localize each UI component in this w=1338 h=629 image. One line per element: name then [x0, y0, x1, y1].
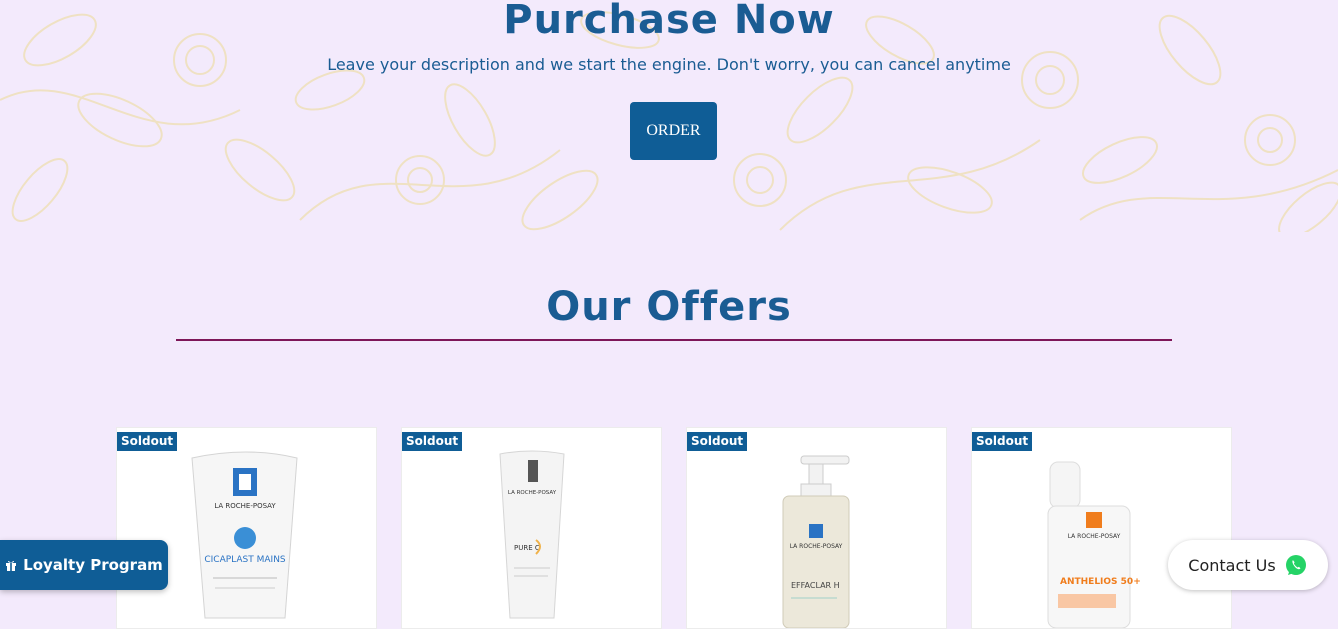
contact-us-button[interactable]: Contact Us	[1168, 540, 1328, 590]
product-name: ANTHELIOS 50+	[1060, 577, 1141, 587]
soldout-badge: Soldout	[972, 432, 1033, 451]
product-brand: LA ROCHE-POSAY	[1068, 533, 1121, 540]
offers-title: Our Offers	[546, 284, 792, 330]
product-image-effaclar: LA ROCHE-POSAY EFFACLAR H	[782, 455, 850, 628]
soldout-badge: Soldout	[687, 432, 748, 451]
whatsapp-icon	[1285, 555, 1306, 575]
gift-icon	[6, 560, 17, 571]
offers-divider	[176, 339, 1172, 341]
product-image-anthelios: LA ROCHE-POSAY ANTHELIOS 50+	[1047, 461, 1141, 628]
product-card[interactable]: LA ROCHE-POSAY CICAPLAST MAINS Soldout	[116, 427, 377, 629]
product-brand: LA ROCHE-POSAY	[790, 543, 843, 550]
product-image-pure-c: LA ROCHE-POSAY PURE C	[499, 450, 565, 619]
purchase-hero: Purchase Now Leave your description and …	[0, 0, 1338, 232]
product-name: CICAPLAST MAINS	[204, 555, 286, 565]
hero-subtitle: Leave your description and we start the …	[327, 55, 1011, 74]
product-brand: LA ROCHE-POSAY	[214, 502, 276, 510]
soldout-badge: Soldout	[402, 432, 463, 451]
product-image-cicaplast: LA ROCHE-POSAY CICAPLAST MAINS	[191, 451, 298, 619]
product-brand: LA ROCHE-POSAY	[508, 490, 557, 496]
product-card[interactable]: LA ROCHE-POSAY EFFACLAR H Soldout	[686, 427, 947, 629]
product-name: EFFACLAR H	[791, 581, 840, 590]
product-card[interactable]: LA ROCHE-POSAY PURE C Soldout	[401, 427, 662, 629]
page-title: Purchase Now	[503, 0, 835, 43]
product-card[interactable]: LA ROCHE-POSAY ANTHELIOS 50+ Soldout	[971, 427, 1232, 629]
product-name: PURE C	[514, 544, 540, 552]
order-button[interactable]: ORDER	[630, 102, 717, 160]
contact-us-label: Contact Us	[1188, 555, 1276, 575]
soldout-badge: Soldout	[117, 432, 178, 451]
loyalty-program-label: Loyalty Program	[23, 556, 163, 574]
loyalty-program-button[interactable]: Loyalty Program	[0, 540, 168, 590]
